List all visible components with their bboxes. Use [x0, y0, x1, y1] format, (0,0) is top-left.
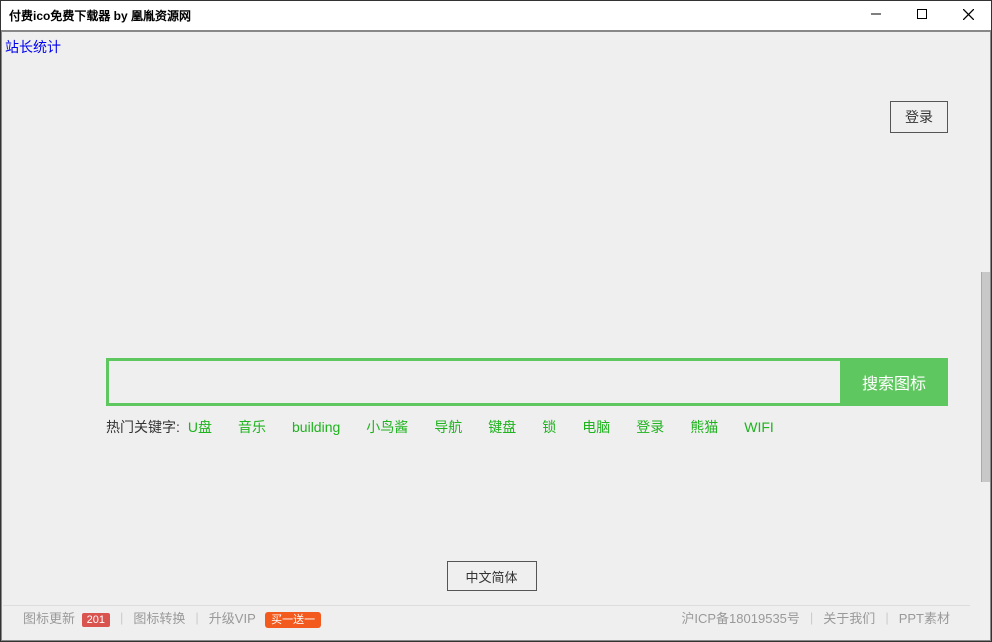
footer-icon-update[interactable]: 图标更新 201	[23, 608, 110, 627]
login-button[interactable]: 登录	[890, 101, 948, 133]
hot-keyword[interactable]: 锁	[542, 417, 556, 437]
separator: |	[120, 610, 123, 625]
content-area: 站长统计 登录 搜索图标 热门关键字: U盘 音乐 building 小鸟酱 导…	[1, 31, 991, 641]
vertical-scrollbar[interactable]	[980, 32, 990, 640]
titlebar: 付费ico免费下载器 by 凰胤资源网	[1, 1, 991, 31]
hot-keyword[interactable]: 熊猫	[690, 417, 718, 437]
icon-update-label: 图标更新	[23, 611, 75, 626]
search-area: 搜索图标	[106, 358, 948, 406]
search-input[interactable]	[109, 361, 840, 403]
icon-update-badge: 201	[82, 613, 110, 627]
footer-upgrade-vip[interactable]: 升级VIP 买一送一	[209, 608, 321, 627]
search-button[interactable]: 搜索图标	[840, 358, 948, 406]
hot-keyword[interactable]: 音乐	[238, 417, 266, 437]
separator: |	[810, 610, 813, 625]
footer-icp[interactable]: 沪ICP备18019535号	[681, 608, 800, 627]
hot-keyword[interactable]: WIFI	[744, 419, 774, 435]
upgrade-vip-label: 升级VIP	[209, 611, 256, 626]
footer-left: 图标更新 201 | 图标转换 | 升级VIP 买一送一	[23, 608, 321, 627]
hot-keyword[interactable]: 小鸟酱	[366, 417, 408, 437]
window-controls	[853, 1, 991, 27]
hot-keywords: 热门关键字: U盘 音乐 building 小鸟酱 导航 键盘 锁 电脑 登录 …	[106, 417, 948, 437]
app-window: 付费ico免费下载器 by 凰胤资源网 站长统计 登录 搜索图标	[0, 0, 992, 642]
footer-about[interactable]: 关于我们	[823, 608, 875, 627]
hot-keyword[interactable]: 电脑	[582, 417, 610, 437]
window-title: 付费ico免费下载器 by 凰胤资源网	[9, 7, 191, 24]
footer-ppt[interactable]: PPT素材	[899, 608, 950, 627]
minimize-button[interactable]	[853, 1, 899, 27]
hot-label: 热门关键字:	[106, 417, 180, 437]
content-inner: 站长统计 登录 搜索图标 热门关键字: U盘 音乐 building 小鸟酱 导…	[3, 33, 980, 639]
hot-keyword[interactable]: 登录	[636, 417, 664, 437]
separator: |	[885, 610, 888, 625]
footer-icon-convert[interactable]: 图标转换	[133, 608, 185, 627]
footer-right: 沪ICP备18019535号 | 关于我们 | PPT素材	[681, 608, 950, 627]
hot-keyword[interactable]: 键盘	[488, 417, 516, 437]
maximize-button[interactable]	[899, 1, 945, 27]
scrollbar-thumb[interactable]	[981, 272, 990, 482]
close-button[interactable]	[945, 1, 991, 27]
search-input-wrap	[106, 358, 840, 406]
promo-badge: 买一送一	[265, 612, 321, 628]
hot-keyword[interactable]: U盘	[188, 417, 212, 437]
footer: 图标更新 201 | 图标转换 | 升级VIP 买一送一 沪ICP备180195…	[3, 605, 970, 629]
hot-keyword[interactable]: 导航	[434, 417, 462, 437]
stats-link[interactable]: 站长统计	[5, 37, 61, 57]
separator: |	[195, 610, 198, 625]
language-button[interactable]: 中文简体	[447, 561, 537, 591]
hot-keyword[interactable]: building	[292, 419, 340, 435]
